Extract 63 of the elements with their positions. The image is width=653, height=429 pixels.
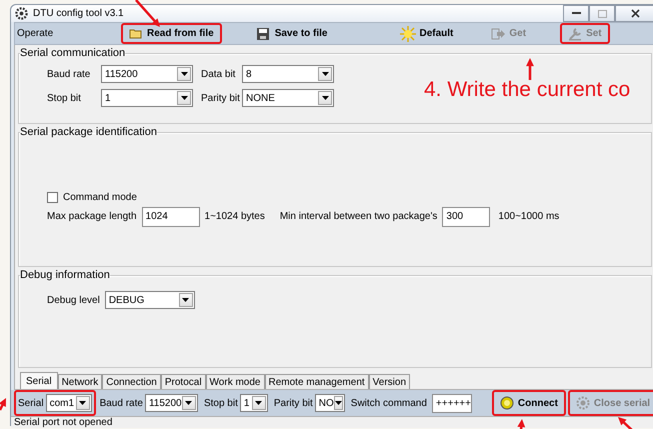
dropdown[interactable]: 115200 bbox=[144, 394, 198, 412]
minimize-icon bbox=[572, 12, 580, 15]
dropdown[interactable]: 1 bbox=[240, 394, 268, 412]
toolbar-button[interactable]: Read from file bbox=[121, 23, 222, 44]
connect-button[interactable]: Connect bbox=[492, 390, 566, 416]
sun-icon bbox=[400, 26, 416, 42]
group-title: Debug information bbox=[20, 269, 110, 281]
tab[interactable]: Serial bbox=[20, 372, 58, 389]
tab[interactable]: Work mode bbox=[206, 374, 264, 389]
arrow bbox=[517, 419, 526, 429]
toolbar-button[interactable]: Default bbox=[392, 23, 462, 44]
dropdown[interactable]: 1 bbox=[101, 89, 193, 107]
field-label: Baud rate bbox=[47, 68, 92, 80]
maximize-icon bbox=[598, 10, 606, 18]
dropdown[interactable]: 115200 bbox=[101, 65, 193, 83]
close-icon bbox=[630, 9, 640, 18]
dropdown[interactable]: NO bbox=[314, 394, 345, 412]
field-label: Stop bit bbox=[47, 92, 82, 104]
status-text: Serial port not opened bbox=[14, 417, 112, 428]
circle-icon bbox=[500, 396, 514, 410]
toolbar-button[interactable]: Save to file bbox=[248, 23, 336, 44]
field-label: Stop bit bbox=[204, 398, 238, 408]
group-title: Serial package identification bbox=[20, 126, 157, 138]
window-title: DTU config tool v3.1 bbox=[33, 8, 124, 19]
input-field[interactable]: 300 bbox=[442, 206, 490, 226]
group-title: Serial communication bbox=[20, 47, 126, 59]
folder-icon bbox=[129, 28, 143, 39]
arrow bbox=[135, 0, 160, 27]
input-field[interactable]: 1024 bbox=[142, 206, 200, 226]
close-button[interactable] bbox=[615, 5, 653, 22]
arrow bbox=[0, 398, 6, 411]
checkbox[interactable] bbox=[47, 192, 58, 202]
range-hint: 100~1000 ms bbox=[498, 211, 560, 222]
input-field[interactable]: ++++++ bbox=[432, 394, 472, 412]
annotation-text: 4. Write the current co bbox=[424, 78, 630, 102]
tab[interactable]: Network bbox=[58, 374, 102, 389]
tool-icon bbox=[568, 26, 582, 40]
dropdown[interactable]: NONE bbox=[242, 89, 334, 107]
gear-icon bbox=[576, 396, 590, 410]
dropdown[interactable]: 8 bbox=[242, 65, 334, 83]
field-label: Serial bbox=[18, 398, 44, 408]
field-label: Switch command bbox=[350, 398, 427, 408]
checkbox-label: Command mode bbox=[63, 192, 137, 202]
field-label: Baud rate bbox=[100, 398, 143, 408]
field-label: Debug level bbox=[47, 294, 100, 306]
dropdown[interactable]: DEBUG bbox=[104, 291, 195, 309]
gear-icon bbox=[15, 7, 28, 20]
tab[interactable]: Connection bbox=[102, 374, 161, 389]
field-label: Min interval between two package's bbox=[280, 211, 438, 222]
field-label: Max package length bbox=[47, 211, 137, 222]
tab[interactable]: Version bbox=[368, 374, 410, 389]
arrow-icon bbox=[491, 28, 506, 40]
tab[interactable]: Protocal bbox=[160, 374, 206, 389]
toolbar-label: Operate bbox=[16, 28, 54, 39]
range-hint: 1~1024 bytes bbox=[204, 211, 265, 222]
tab[interactable]: Remote management bbox=[264, 374, 369, 389]
arrow bbox=[526, 58, 534, 80]
minimize-button[interactable] bbox=[563, 5, 589, 22]
dropdown[interactable]: com1 bbox=[46, 394, 92, 412]
field-label: Parity bit bbox=[274, 398, 313, 408]
arrow bbox=[618, 417, 635, 429]
field-label: Parity bit bbox=[201, 92, 241, 104]
field-label: Data bit bbox=[201, 68, 236, 80]
